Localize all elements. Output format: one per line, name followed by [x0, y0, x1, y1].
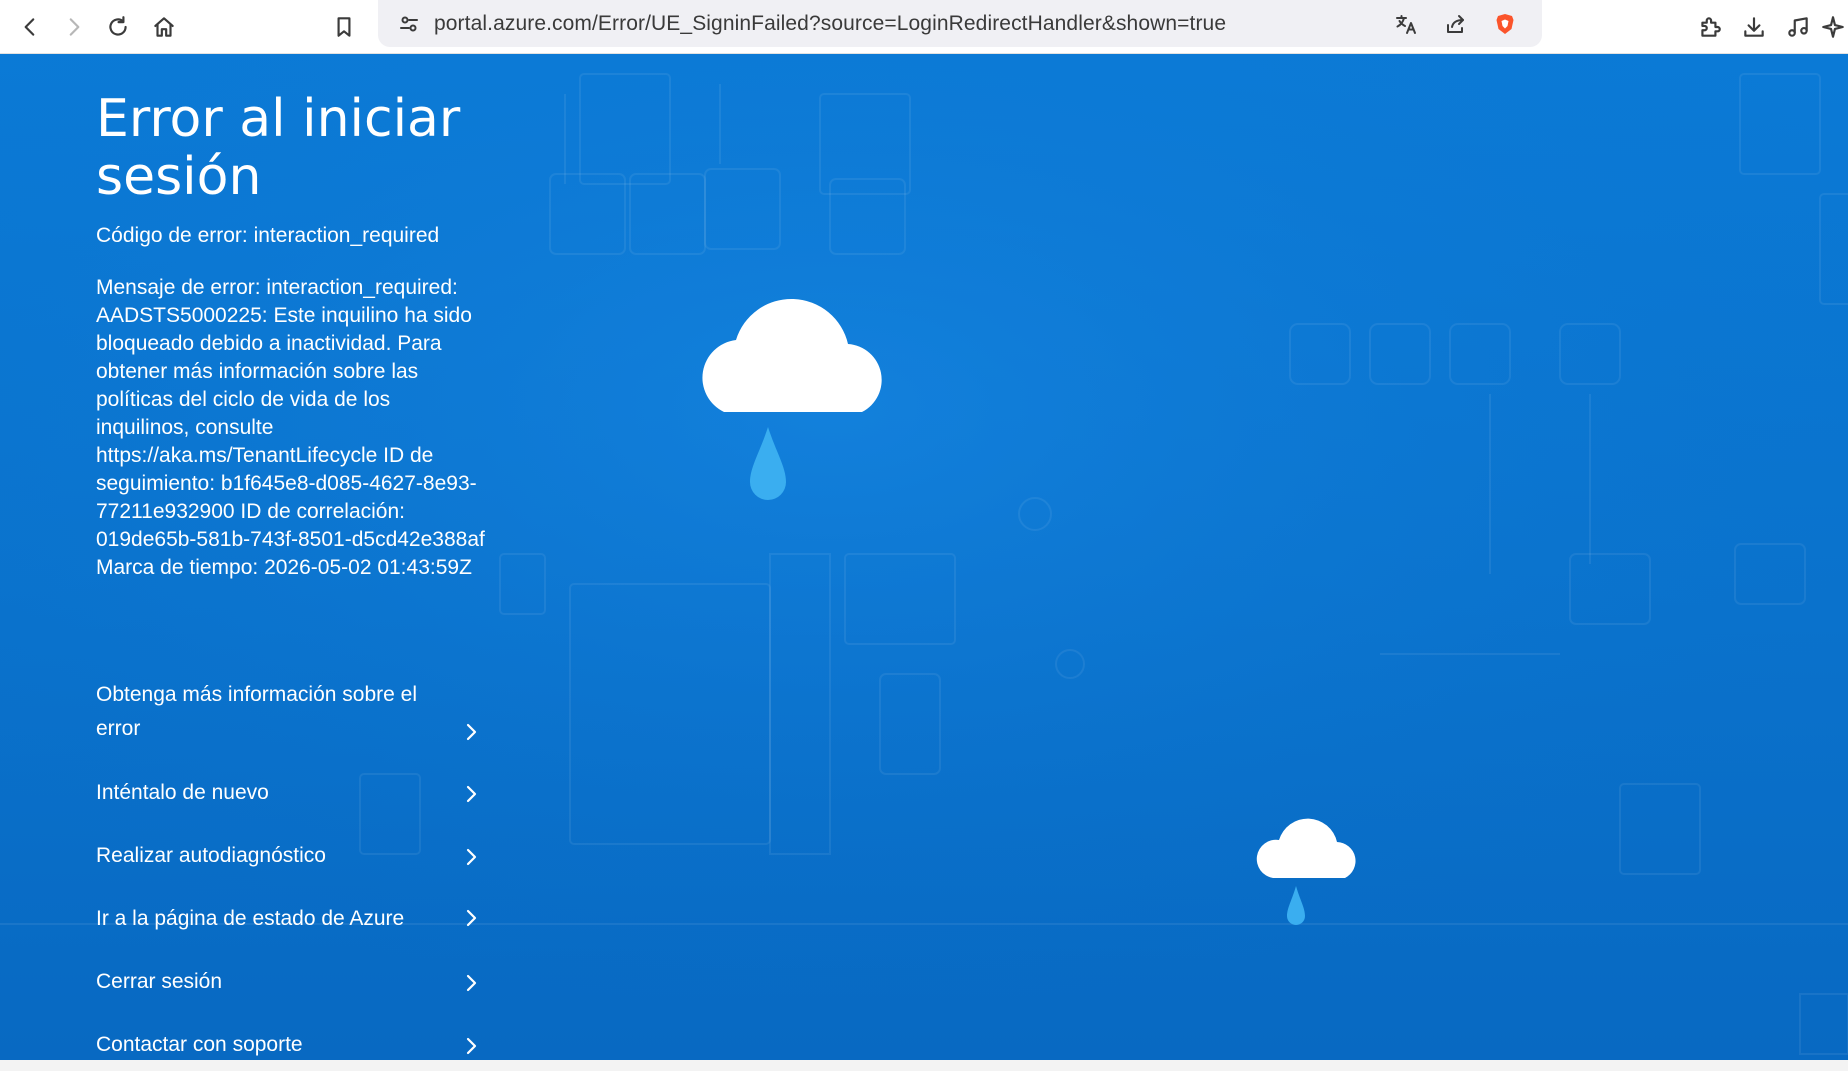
learn-more-label: Obtenga más información sobre el error: [96, 683, 417, 740]
page-title: Error al iniciar sesión: [96, 89, 461, 207]
error-message: Mensaje de error: interaction_required: …: [96, 276, 485, 579]
chevron-right-icon: [462, 718, 480, 741]
bookmark-button[interactable]: [322, 5, 366, 49]
forward-button[interactable]: [52, 5, 96, 49]
reload-button[interactable]: [96, 5, 140, 49]
back-button[interactable]: [8, 5, 52, 49]
leo-ai-button[interactable]: [1820, 5, 1848, 49]
brave-shield-icon: [1496, 14, 1514, 34]
self-diagnose-label: Realizar autodiagnóstico: [96, 844, 326, 867]
learn-more-link[interactable]: Obtenga más información sobre el error: [96, 678, 496, 746]
url-text[interactable]: portal.azure.com/Error/UE_SigninFailed?s…: [434, 12, 1226, 36]
sign-out-link[interactable]: Cerrar sesión: [96, 965, 496, 999]
back-icon: [24, 18, 35, 36]
contact-support-link[interactable]: Contactar con soporte: [96, 1028, 496, 1060]
browser-toolbar: portal.azure.com/Error/UE_SigninFailed?s…: [0, 0, 1848, 54]
chevron-right-icon: [462, 1032, 480, 1055]
site-settings-icon: [400, 16, 418, 32]
error-panel: Error al iniciar sesión Código de error:…: [96, 90, 486, 582]
window-bottom-edge: [0, 1060, 1848, 1071]
home-icon: [154, 17, 174, 37]
media-icon: [1788, 17, 1808, 37]
translate-button[interactable]: [1391, 9, 1421, 39]
extensions-button[interactable]: [1688, 5, 1732, 49]
bookmark-icon: [337, 17, 351, 37]
try-again-label: Inténtalo de nuevo: [96, 781, 269, 804]
translate-icon: [1396, 15, 1416, 34]
cloud-rain-illustration-large: [702, 298, 882, 500]
leo-icon: [1822, 16, 1844, 38]
share-icon: [1447, 15, 1464, 33]
azure-status-label: Ir a la página de estado de Azure: [96, 907, 405, 930]
contact-support-label: Contactar con soporte: [96, 1033, 303, 1056]
chevron-right-icon: [462, 843, 480, 866]
media-button[interactable]: [1776, 5, 1820, 49]
try-again-link[interactable]: Inténtalo de nuevo: [96, 776, 496, 810]
reload-icon: [109, 16, 127, 36]
cloud-rain-illustration-small: [1256, 818, 1356, 925]
azure-status-link[interactable]: Ir a la página de estado de Azure: [96, 902, 496, 936]
chevron-right-icon: [462, 780, 480, 803]
error-code: Código de error: interaction_required: [96, 224, 440, 247]
address-bar[interactable]: portal.azure.com/Error/UE_SigninFailed?s…: [378, 0, 1542, 47]
sign-out-label: Cerrar sesión: [96, 970, 223, 993]
brave-shields-button[interactable]: [1490, 9, 1520, 39]
home-button[interactable]: [142, 5, 186, 49]
error-page: Error al iniciar sesión Código de error:…: [0, 54, 1848, 1060]
share-button[interactable]: [1441, 9, 1471, 39]
forward-icon: [69, 18, 80, 36]
extensions-icon: [1701, 17, 1721, 37]
site-settings-button[interactable]: [394, 9, 424, 39]
self-diagnose-link[interactable]: Realizar autodiagnóstico: [96, 839, 496, 873]
downloads-button[interactable]: [1732, 5, 1776, 49]
chevron-right-icon: [462, 904, 480, 927]
chevron-right-icon: [462, 969, 480, 992]
downloads-icon: [1744, 17, 1764, 37]
